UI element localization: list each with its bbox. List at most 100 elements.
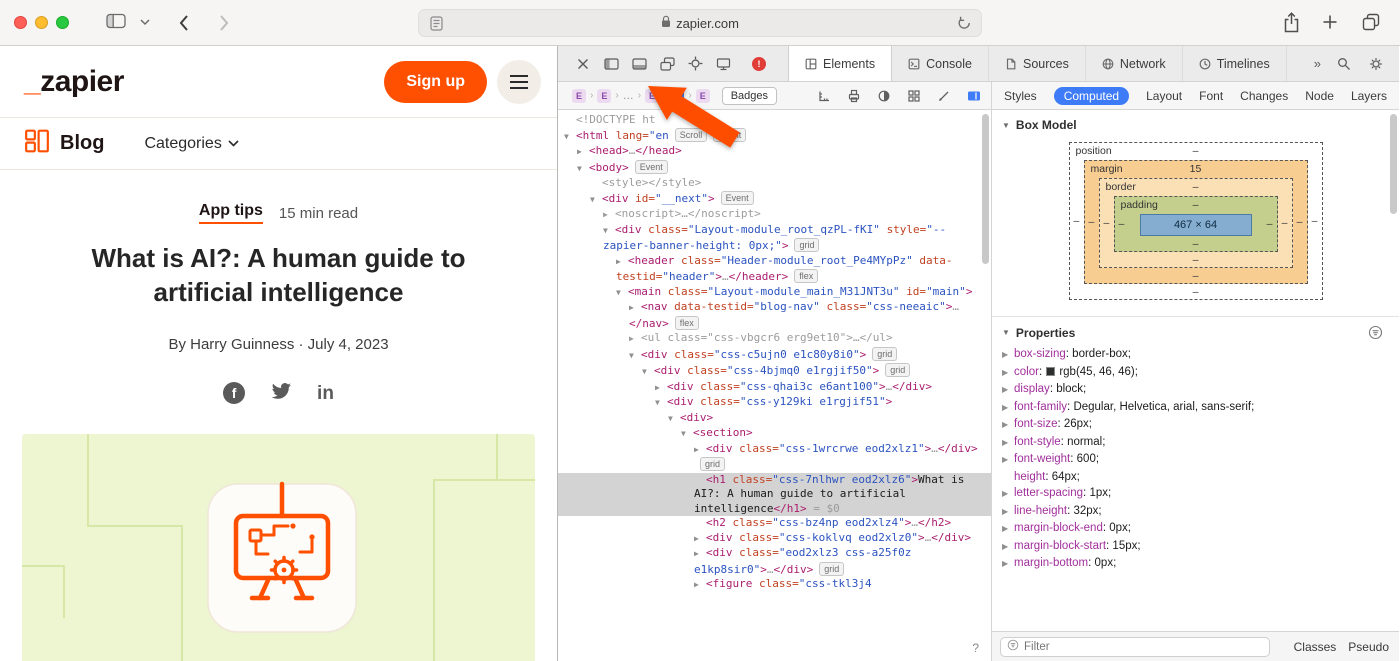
style-tab-layout[interactable]: Layout <box>1146 89 1182 103</box>
twitter-icon[interactable] <box>269 379 293 408</box>
reader-icon[interactable] <box>419 15 453 31</box>
disclosure-triangle-icon[interactable]: ▼ <box>642 365 654 380</box>
dom-node[interactable]: ▼ <body> Event <box>558 159 991 177</box>
dom-node[interactable]: ▶ <header class="Header-module_root_Pe4MY… <box>558 254 991 285</box>
computed-property[interactable]: ▶ margin-block-end: 0px; <box>1002 520 1393 538</box>
disclosure-triangle-icon[interactable]: ▶ <box>616 255 628 270</box>
style-tab-layers[interactable]: Layers <box>1351 89 1387 103</box>
element-picker-icon[interactable] <box>686 55 704 73</box>
dom-node[interactable]: ▶ <figure class="css-tkl3j4 <box>558 577 991 593</box>
tab-overview-icon[interactable] <box>1362 13 1380 31</box>
new-tab-icon[interactable] <box>1322 14 1338 30</box>
style-tab-node[interactable]: Node <box>1305 89 1334 103</box>
disclosure-triangle-icon[interactable]: ▶ <box>694 443 706 458</box>
dom-node[interactable]: <!DOCTYPE ht <box>558 113 991 128</box>
blog-title[interactable]: Blog <box>60 132 104 155</box>
computed-property[interactable]: ▶ font-weight: 600; <box>1002 451 1393 469</box>
computed-property[interactable]: ▶ font-style: normal; <box>1002 434 1393 452</box>
node-badge[interactable]: Event <box>634 159 668 174</box>
dom-node-selected[interactable]: <h1 class="css-7nlhwr eod2xlz6">What is … <box>558 472 991 516</box>
box-model-border[interactable]: border – – – – padding – – – – 467 × 64 <box>1098 178 1293 268</box>
appearance-toggle-icon[interactable] <box>875 87 893 105</box>
badges-button[interactable]: Badges <box>721 86 778 105</box>
properties-header[interactable]: ▼ Properties <box>992 317 1399 344</box>
zoom-window-button[interactable] <box>56 16 69 29</box>
linkedin-icon[interactable]: in <box>317 384 334 403</box>
style-tab-computed[interactable]: Computed <box>1053 86 1130 105</box>
dom-node[interactable]: ▼ <div class="css-c5ujn0 e1c80y8i0"> grid <box>558 346 991 364</box>
pseudo-button[interactable]: Pseudo <box>1348 640 1389 654</box>
node-badge[interactable]: flex <box>674 315 699 330</box>
dock-bottom-icon[interactable] <box>630 55 648 73</box>
computed-property[interactable]: ▶ box-sizing: border-box; <box>1002 346 1393 364</box>
grid-overlay-icon[interactable] <box>905 87 923 105</box>
close-icon[interactable] <box>574 55 592 73</box>
disclosure-triangle-icon[interactable]: ▶ <box>694 532 706 547</box>
sidebar-scrollbar[interactable] <box>1390 114 1397 214</box>
node-badge[interactable]: Event <box>720 190 754 205</box>
dom-node[interactable]: ▼ <div class="css-y129ki e1rgjif51"> <box>558 395 991 411</box>
crumb-ellipsis[interactable]: … <box>623 90 634 102</box>
gear-icon[interactable] <box>1367 55 1385 73</box>
undock-icon[interactable] <box>658 55 676 73</box>
computed-property[interactable]: ▶ font-family: Degular, Helvetica, arial,… <box>1002 399 1393 417</box>
disclosure-triangle-icon[interactable]: ▶ <box>694 547 706 562</box>
disclosure-triangle-icon[interactable]: ▼ <box>655 396 667 411</box>
computed-property[interactable]: ▶ margin-bottom: 0px; <box>1002 555 1393 573</box>
filter-field[interactable] <box>1000 636 1270 657</box>
facebook-icon[interactable]: f <box>223 382 246 405</box>
node-badge[interactable]: grid <box>872 346 898 361</box>
element-crumb[interactable]: E <box>572 88 586 103</box>
properties-filter-icon[interactable] <box>1368 325 1383 340</box>
element-crumb[interactable]: E <box>645 88 660 103</box>
details-sidebar-toggle-icon[interactable] <box>965 87 983 105</box>
reload-icon[interactable] <box>947 16 981 30</box>
address-bar[interactable]: zapier.com <box>418 9 982 37</box>
issues-badge[interactable]: ! <box>752 56 766 71</box>
category-link[interactable]: App tips <box>198 202 263 224</box>
filter-input[interactable] <box>1024 640 1263 653</box>
disclosure-triangle-icon[interactable]: ▶ <box>629 332 641 347</box>
sidebar-toggle-icon[interactable] <box>106 13 126 29</box>
style-tab-font[interactable]: Font <box>1199 89 1223 103</box>
disclosure-triangle-icon[interactable]: ▼ <box>616 286 628 301</box>
tab-console[interactable]: Console <box>892 46 989 81</box>
style-tab-styles[interactable]: Styles <box>1004 89 1037 103</box>
back-icon[interactable] <box>178 14 190 32</box>
dom-scrollbar[interactable] <box>982 114 989 264</box>
box-model-margin[interactable]: margin 15 – – – border – – – – padding –… <box>1083 160 1308 284</box>
node-badge[interactable]: Event <box>713 127 747 142</box>
disclosure-triangle-icon[interactable]: ▶ <box>577 145 589 160</box>
dom-node[interactable]: ▼ <div> <box>558 411 991 427</box>
dom-node[interactable]: ▶ <noscript>…</noscript> <box>558 207 991 223</box>
dom-node[interactable]: ▼ <main class="Layout-module_main_M31JNT3… <box>558 285 991 301</box>
node-badge[interactable]: Scroll <box>674 127 708 142</box>
dock-side-icon[interactable] <box>602 55 620 73</box>
dom-node[interactable]: ▼ <div class="Layout-module_root_qzPL-fKI… <box>558 223 991 254</box>
box-model-content[interactable]: 467 × 64 <box>1139 214 1252 236</box>
disclosure-triangle-icon[interactable]: ▼ <box>590 193 602 208</box>
forward-icon[interactable] <box>218 14 230 32</box>
tab-network[interactable]: Network <box>1086 46 1183 81</box>
dom-node[interactable]: ▶ <div class="css-koklvq eod2xlz0">…</div… <box>558 531 991 547</box>
computed-property[interactable]: ▶ line-height: 32px; <box>1002 503 1393 521</box>
node-badge[interactable]: flex <box>794 269 819 283</box>
disclosure-triangle-icon[interactable]: ▼ <box>629 349 641 364</box>
close-window-button[interactable] <box>14 16 27 29</box>
dom-node[interactable]: ▶ <div class="css-1wrcrwe eod2xlz1">…</di… <box>558 442 991 473</box>
node-badge[interactable]: grid <box>794 238 820 252</box>
dom-node[interactable]: <style></style> <box>558 176 991 191</box>
dom-node[interactable]: ▶ <div class="css-qhai3c e6ant100">…</div… <box>558 380 991 396</box>
tab-timelines[interactable]: Timelines <box>1183 46 1287 81</box>
disclosure-triangle-icon[interactable]: ▶ <box>655 381 667 396</box>
computed-property[interactable]: height: 64px; <box>1002 469 1393 486</box>
search-icon[interactable] <box>1335 55 1353 73</box>
computed-property[interactable]: ▶ margin-block-start: 15px; <box>1002 538 1393 556</box>
signup-button[interactable]: Sign up <box>384 60 487 103</box>
share-icon[interactable] <box>1283 12 1300 33</box>
dom-node[interactable]: ▶ <head>…</head> <box>558 144 991 160</box>
dom-node[interactable]: ▼ <html lang="en Scroll Event <box>558 127 991 145</box>
computed-property[interactable]: ▶ display: block; <box>1002 381 1393 399</box>
computed-property[interactable]: ▶ font-size: 26px; <box>1002 416 1393 434</box>
disclosure-triangle-icon[interactable]: ▶ <box>629 301 641 316</box>
